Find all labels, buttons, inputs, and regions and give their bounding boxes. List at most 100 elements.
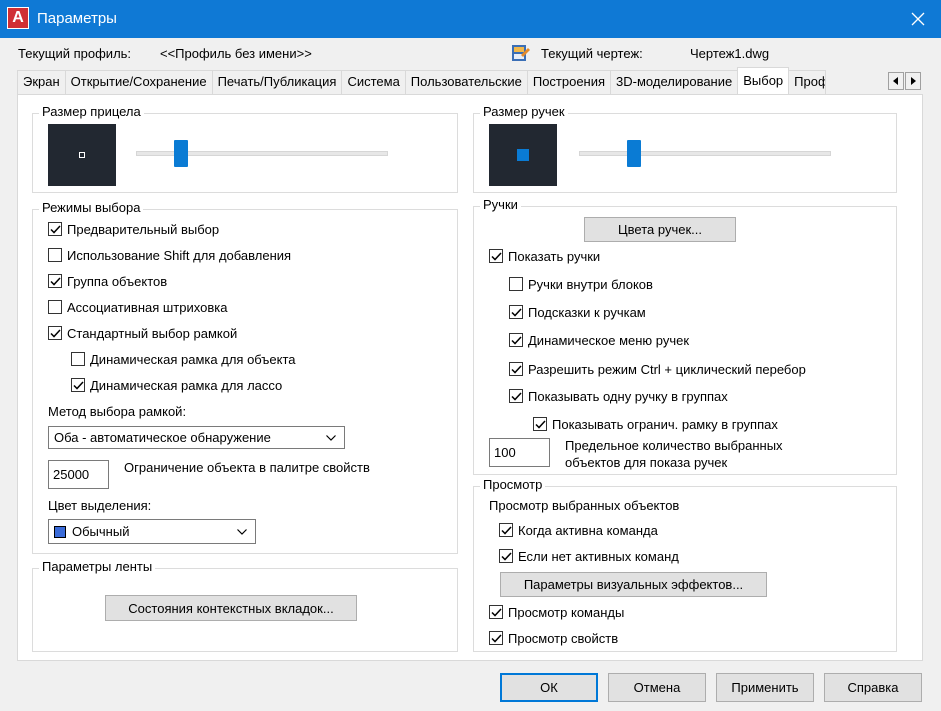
checkbox-dynamic-window-object[interactable]: Динамическая рамка для объекта — [71, 350, 296, 368]
checkmark-icon — [490, 607, 502, 617]
checkbox-object-grouping[interactable]: Группа объектов — [48, 272, 167, 290]
grip-preview — [489, 124, 557, 186]
pickbox-size-title: Размер прицела — [39, 104, 144, 119]
checkbox-box[interactable] — [48, 274, 62, 288]
tab-scroll-left-button[interactable] — [888, 72, 904, 90]
tab-profiles[interactable]: Проф — [788, 70, 827, 94]
checkbox-single-grip-groups[interactable]: Показывать одну ручку в группах — [509, 387, 728, 405]
contextual-tab-states-button[interactable]: Состояния контекстных вкладок... — [105, 595, 357, 621]
checkbox-box[interactable] — [489, 605, 503, 619]
checkbox-box[interactable] — [499, 523, 513, 537]
checkbox-box[interactable] — [48, 248, 62, 262]
checkbox-box[interactable] — [71, 352, 85, 366]
checkbox-dynamic-window-lasso[interactable]: Динамическая рамка для лассо — [71, 376, 282, 394]
checkbox-box[interactable] — [48, 326, 62, 340]
checkbox-dynamic-grip-menu[interactable]: Динамическое меню ручек — [509, 331, 689, 349]
grip-size-slider-track[interactable] — [579, 151, 831, 156]
pickbox-slider-thumb[interactable] — [174, 140, 189, 167]
selection-modes-group: Режимы выбора Предварительный выбор Испо… — [32, 200, 458, 554]
checkbox-box[interactable] — [509, 277, 523, 291]
visual-effects-settings-button[interactable]: Параметры визуальных эффектов... — [500, 572, 767, 597]
checkbox-implied-windowing[interactable]: Стандартный выбор рамкой — [48, 324, 237, 342]
checkbox-box[interactable] — [509, 362, 523, 376]
color-swatch — [54, 525, 66, 538]
checkbox-box[interactable] — [509, 305, 523, 319]
ribbon-options-title: Параметры ленты — [39, 559, 156, 574]
checkbox-shift-add[interactable]: Использование Shift для добавления — [48, 246, 291, 264]
checkbox-noun-verb[interactable]: Предварительный выбор — [48, 220, 219, 238]
grip-square — [517, 149, 529, 161]
tab-selection[interactable]: Выбор — [737, 67, 790, 94]
arrow-left-icon — [893, 77, 898, 85]
checkbox-box[interactable] — [499, 549, 513, 563]
grip-colors-button[interactable]: Цвета ручек... — [584, 217, 736, 242]
checkbox-label: Группа объектов — [67, 273, 168, 289]
checkbox-show-grips[interactable]: Показать ручки — [489, 247, 600, 265]
checkmark-icon — [510, 364, 522, 374]
grip-object-limit-label-1: Предельное количество выбранных — [565, 438, 783, 453]
tab-user[interactable]: Пользовательские — [404, 70, 528, 94]
apply-button[interactable]: Применить — [716, 673, 814, 702]
tab-drafting[interactable]: Построения — [526, 70, 612, 94]
window-method-select[interactable]: Оба - автоматическое обнаружение — [48, 426, 345, 449]
close-button[interactable] — [895, 0, 941, 38]
selection-color-value: Обычный — [72, 524, 130, 539]
chevron-down-icon — [237, 528, 247, 535]
checkbox-label: Динамическая рамка для объекта — [90, 351, 296, 367]
property-limit-value: 25000 — [53, 467, 90, 482]
checkbox-label: Динамическая рамка для лассо — [90, 377, 283, 393]
selection-tab-panel: Размер прицела Режимы выбора Предварител… — [17, 94, 923, 661]
checkbox-label: Показывать одну ручку в группах — [528, 388, 728, 404]
checkbox-box[interactable] — [509, 389, 523, 403]
tab-scroll-right-button[interactable] — [905, 72, 921, 90]
checkbox-box[interactable] — [533, 417, 547, 431]
checkbox-grip-tips[interactable]: Подсказки к ручкам — [509, 303, 646, 321]
grip-size-title: Размер ручек — [480, 104, 568, 119]
checkbox-label: Ручки внутри блоков — [528, 276, 653, 292]
tab-3d-modeling[interactable]: 3D-моделирование — [610, 70, 739, 94]
checkbox-associative-hatch[interactable]: Ассоциативная штриховка — [48, 298, 227, 316]
checkbox-box[interactable] — [489, 631, 503, 645]
checkmark-icon — [72, 380, 84, 390]
checkbox-label: Если нет активных команд — [518, 548, 679, 564]
profile-value: <<Профиль без имени>> — [160, 46, 312, 61]
checkbox-grips-in-blocks[interactable]: Ручки внутри блоков — [509, 275, 653, 293]
checkmark-icon — [49, 328, 61, 338]
checkbox-when-command-active[interactable]: Когда активна команда — [499, 521, 658, 539]
tab-system[interactable]: Система — [341, 70, 406, 94]
checkbox-bounding-box-groups[interactable]: Показывать огранич. рамку в группах — [533, 415, 778, 433]
drawing-value: Чертеж1.dwg — [690, 46, 770, 61]
checkbox-label: Показать ручки — [508, 248, 601, 264]
checkbox-when-no-command[interactable]: Если нет активных команд — [499, 547, 679, 565]
property-limit-input[interactable]: 25000 — [48, 460, 109, 489]
autocad-logo-icon: A — [7, 7, 29, 29]
help-button[interactable]: Справка — [824, 673, 922, 702]
grip-size-slider-thumb[interactable] — [627, 140, 642, 167]
checkbox-label: Подсказки к ручкам — [528, 304, 646, 320]
checkbox-label: Когда активна команда — [518, 522, 658, 538]
selection-color-select[interactable]: Обычный — [48, 519, 256, 544]
tab-open-save[interactable]: Открытие/Сохранение — [64, 70, 213, 94]
checkbox-box[interactable] — [489, 249, 503, 263]
checkbox-box[interactable] — [509, 333, 523, 347]
grip-object-limit-input[interactable]: 100 — [489, 438, 550, 467]
drawing-icon — [511, 43, 531, 63]
window-title: Параметры — [37, 10, 117, 27]
tab-screen[interactable]: Экран — [17, 70, 66, 94]
checkbox-box[interactable] — [71, 378, 85, 392]
checkbox-command-preview[interactable]: Просмотр команды — [489, 603, 624, 621]
checkbox-box[interactable] — [48, 222, 62, 236]
checkbox-property-preview[interactable]: Просмотр свойств — [489, 629, 618, 647]
checkmark-icon — [500, 525, 512, 535]
ok-button[interactable]: ОК — [500, 673, 598, 702]
checkbox-label: Предварительный выбор — [67, 221, 220, 237]
checkbox-box[interactable] — [48, 300, 62, 314]
pickbox-size-group: Размер прицела — [32, 104, 458, 193]
checkbox-ctrl-cycling[interactable]: Разрешить режим Ctrl + циклический переб… — [509, 360, 806, 378]
checkmark-icon — [534, 419, 546, 429]
cancel-button[interactable]: Отмена — [608, 673, 706, 702]
title-bar[interactable]: A Параметры — [0, 0, 941, 38]
tab-plot-publish[interactable]: Печать/Публикация — [211, 70, 343, 94]
drawing-label: Текущий чертеж: — [541, 46, 643, 61]
grips-title: Ручки — [480, 197, 521, 212]
